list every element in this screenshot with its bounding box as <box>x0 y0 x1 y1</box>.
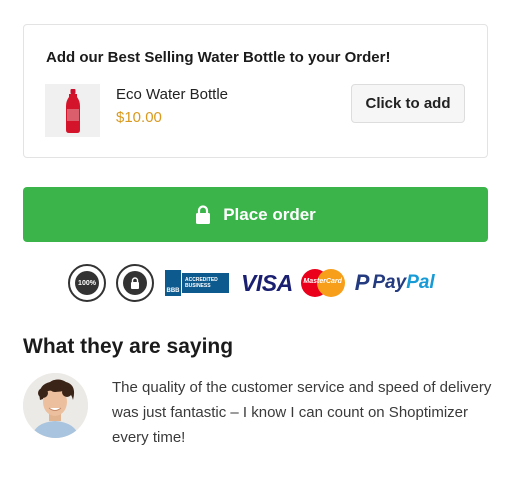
paypal-p-icon: P <box>354 270 370 295</box>
testimonial-quote: The quality of the customer service and … <box>112 379 492 446</box>
product-price: $10.00 <box>116 109 162 126</box>
mastercard-text: MasterCard <box>303 278 342 285</box>
upsell-box: Add our Best Selling Water Bottle to you… <box>23 24 488 158</box>
secure-ordering-seal <box>116 264 154 302</box>
visa-logo: VISA <box>241 269 293 296</box>
place-order-label: Place order <box>223 204 316 224</box>
customer-photo <box>23 373 88 438</box>
testimonial-heading: What they are saying <box>23 335 234 358</box>
avatar <box>23 373 88 438</box>
satisfaction-seal-text: 100% <box>75 271 99 295</box>
upsell-title: Add our Best Selling Water Bottle to you… <box>46 49 391 66</box>
product-thumbnail <box>45 84 100 137</box>
satisfaction-guarantee-seal: 100% <box>68 264 106 302</box>
click-to-add-button[interactable]: Click to add <box>351 84 465 123</box>
product-name: Eco Water Bottle <box>116 86 228 103</box>
bbb-logo: BBB <box>165 270 181 296</box>
paypal-pay: Pay <box>372 272 407 293</box>
bbb-text-line-2: BUSINESS <box>185 283 211 289</box>
paypal-pal: Pal <box>406 272 435 293</box>
lock-icon <box>196 205 211 224</box>
mastercard-logo: MasterCard <box>300 269 345 297</box>
bbb-accredited-badge: BBB ACCREDITED BUSINESS <box>165 270 229 296</box>
lock-icon <box>131 277 139 289</box>
paypal-logo: P PayPal <box>355 270 435 296</box>
water-bottle-icon <box>65 88 80 133</box>
place-order-button[interactable]: Place order <box>23 187 488 242</box>
trust-badges: 100% BBB ACCREDITED BUSINESS VISA Master… <box>68 262 448 304</box>
